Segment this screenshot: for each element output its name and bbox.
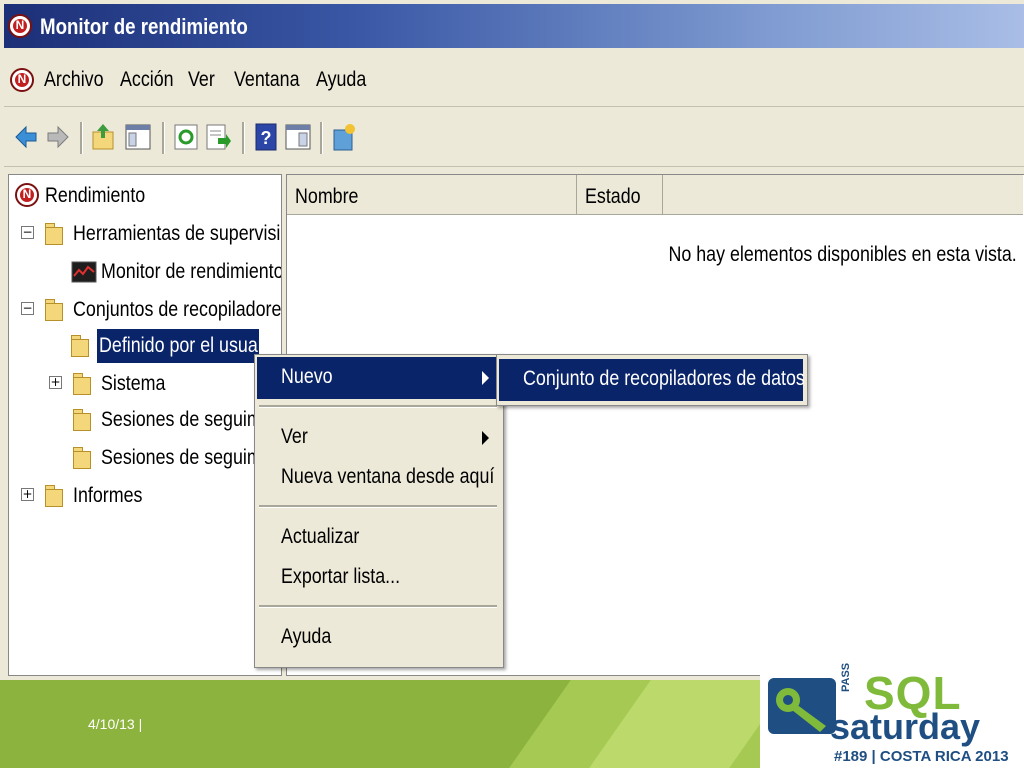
menu-item-exportar-lista[interactable]: Exportar lista...	[257, 557, 499, 599]
logo-saturday-text: saturday	[830, 706, 981, 747]
user-folder-icon	[71, 333, 95, 357]
trace-folder-icon	[73, 407, 97, 431]
menu-accion[interactable]: Acción	[120, 68, 174, 92]
menu-item-nueva-ventana[interactable]: Nueva ventana desde aquí	[257, 457, 499, 499]
system-menu-icon[interactable]	[10, 68, 34, 92]
submenu-arrow-icon	[482, 431, 489, 445]
tree-item-rendimiento[interactable]: Rendimiento	[13, 179, 273, 213]
context-menu: Nuevo Ver Nueva ventana desde aquí Actua…	[254, 354, 504, 668]
svg-text:?: ?	[261, 128, 272, 148]
toolbar-separator	[162, 122, 165, 154]
toolbar-separator	[320, 122, 323, 154]
toolbar-separator	[80, 122, 83, 154]
menu-separator	[259, 605, 497, 608]
menu-item-nuevo[interactable]: Nuevo	[257, 357, 499, 399]
toolbar: ?	[4, 110, 1024, 167]
collapse-toggle[interactable]: −	[21, 226, 34, 239]
tree-item-monitor[interactable]: Monitor de rendimiento	[13, 255, 281, 289]
tree-item-definido-por-usuario[interactable]: Definido por el usuario	[97, 329, 278, 363]
menu-item-conjunto-recopiladores[interactable]: Conjunto de recopiladores de datos	[499, 359, 805, 401]
tree-item-sesiones-1[interactable]: Sesiones de seguimien	[41, 403, 281, 437]
system-folder-icon	[73, 371, 97, 395]
menu-item-actualizar[interactable]: Actualizar	[257, 517, 499, 559]
tree-item-sistema[interactable]: + Sistema	[41, 367, 281, 401]
forward-arrow-icon[interactable]	[44, 122, 72, 152]
up-folder-icon[interactable]	[90, 122, 118, 152]
logo-tagline: #189 | COSTA RICA 2013	[834, 748, 1009, 765]
monitor-chart-icon	[71, 261, 97, 283]
menu-bar: Archivo Acción Ver Ventana Ayuda	[4, 54, 1024, 107]
key-logo-icon	[768, 678, 836, 734]
menu-item-ayuda[interactable]: Ayuda	[257, 617, 499, 659]
tree-item-sesiones-2[interactable]: Sesiones de seguimien	[41, 441, 281, 475]
tree-item-herramientas[interactable]: − Herramientas de supervisión	[13, 217, 281, 251]
folder-icon	[45, 297, 69, 321]
menu-item-ver[interactable]: Ver	[257, 417, 499, 459]
trace-folder-icon	[73, 445, 97, 469]
new-window-icon[interactable]	[330, 122, 358, 152]
logo-pass-text: PASS	[840, 662, 852, 692]
column-header-estado[interactable]: Estado	[577, 175, 663, 215]
export-list-icon[interactable]	[204, 122, 232, 152]
properties-icon[interactable]	[284, 122, 312, 152]
sql-saturday-logo: PASS SQL saturday #189 | COSTA RICA 2013	[760, 662, 1024, 768]
performance-icon	[15, 183, 39, 207]
menu-separator	[259, 405, 497, 408]
slide-date: 4/10/13 |	[88, 716, 143, 732]
menu-ver[interactable]: Ver	[188, 68, 215, 92]
menu-separator	[259, 505, 497, 508]
help-icon[interactable]: ?	[252, 122, 280, 152]
refresh-icon[interactable]	[172, 122, 200, 152]
folder-icon	[45, 221, 69, 245]
submenu-nuevo: Conjunto de recopiladores de datos	[496, 354, 808, 406]
column-header-nombre[interactable]: Nombre	[287, 175, 577, 215]
expand-toggle[interactable]: +	[49, 376, 62, 389]
tree-item-conjuntos[interactable]: − Conjuntos de recopiladores de	[13, 293, 281, 327]
navigation-tree: Rendimiento − Herramientas de supervisió…	[8, 174, 282, 676]
window-title: Monitor de rendimiento	[40, 14, 248, 39]
performance-monitor-app-icon	[8, 14, 32, 38]
tree-item-informes[interactable]: + Informes	[13, 479, 281, 513]
column-header-filler	[663, 175, 1023, 215]
show-hide-tree-icon[interactable]	[124, 122, 152, 152]
submenu-arrow-icon	[482, 371, 489, 385]
expand-toggle[interactable]: +	[21, 488, 34, 501]
menu-ayuda[interactable]: Ayuda	[316, 68, 366, 92]
performance-monitor-window: Monitor de rendimiento Archivo Acción Ve…	[0, 0, 1024, 680]
reports-folder-icon	[45, 483, 69, 507]
title-bar: Monitor de rendimiento	[4, 4, 1024, 48]
menu-ventana[interactable]: Ventana	[234, 68, 300, 92]
back-arrow-icon[interactable]	[12, 122, 40, 152]
collapse-toggle[interactable]: −	[21, 302, 34, 315]
empty-list-message: No hay elementos disponibles en esta vis…	[668, 243, 1017, 266]
menu-archivo[interactable]: Archivo	[44, 68, 104, 92]
toolbar-separator	[242, 122, 245, 154]
